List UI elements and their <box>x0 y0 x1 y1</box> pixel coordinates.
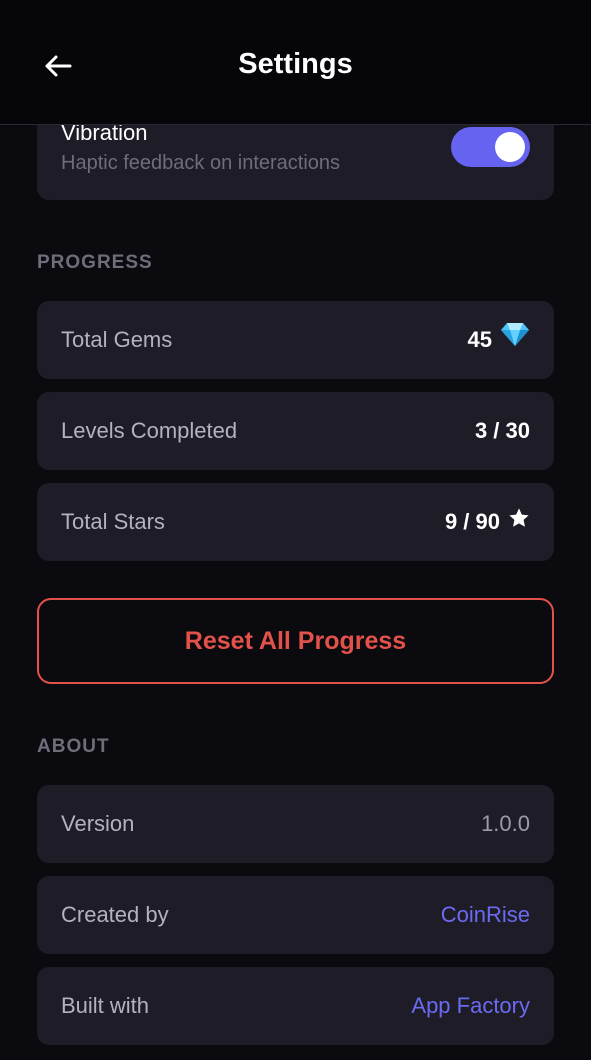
created-by-link[interactable]: CoinRise <box>441 876 530 954</box>
page-title: Settings <box>238 48 353 80</box>
reset-all-progress-button[interactable]: Reset All Progress <box>37 598 554 684</box>
star-icon <box>508 483 530 561</box>
toggle-knob <box>495 132 525 162</box>
total-stars-row: Total Stars 9 / 90 <box>37 483 554 561</box>
created-by-row: Created by CoinRise <box>37 876 554 954</box>
total-gems-label: Total Gems <box>61 327 173 352</box>
levels-completed-value: 3 / 30 <box>474 418 530 443</box>
total-stars-label: Total Stars <box>61 509 165 534</box>
total-stars-value: 9 / 90 <box>444 509 500 534</box>
progress-section-label: PROGRESS <box>37 252 153 273</box>
version-row: Version 1.0.0 <box>37 785 554 863</box>
vibration-description: Haptic feedback on interactions <box>61 152 341 174</box>
levels-completed-label: Levels Completed <box>61 418 238 443</box>
created-by-label: Created by <box>61 902 169 927</box>
app-header: Settings <box>0 0 591 125</box>
built-with-label: Built with <box>61 993 150 1018</box>
about-section-label: ABOUT <box>37 736 110 757</box>
built-with-row: Built with App Factory <box>37 967 554 1045</box>
total-gems-row: Total Gems 45 <box>37 301 554 379</box>
vibration-toggle[interactable] <box>451 127 530 167</box>
total-gems-value: 45 <box>467 327 492 352</box>
levels-completed-row: Levels Completed 3 / 30 <box>37 392 554 470</box>
built-with-link[interactable]: App Factory <box>411 967 530 1045</box>
version-value: 1.0.0 <box>481 811 530 836</box>
gem-icon <box>500 301 530 379</box>
version-label: Version <box>61 811 135 836</box>
